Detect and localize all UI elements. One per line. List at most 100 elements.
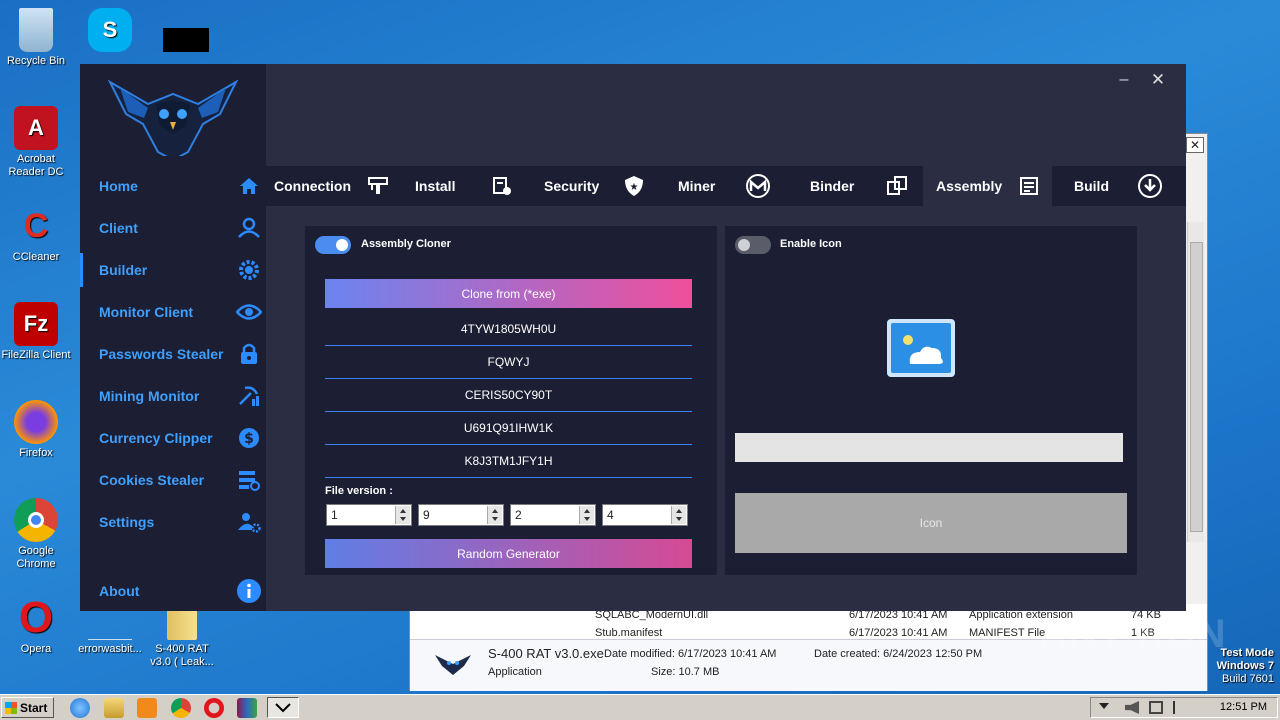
home-icon bbox=[236, 173, 262, 199]
sidebar-item-settings[interactable]: Settings bbox=[80, 505, 266, 539]
desktop-icon-chrome[interactable]: Google Chrome bbox=[0, 498, 72, 571]
random-generator-button[interactable]: Random Generator bbox=[325, 539, 692, 568]
sidebar-item-about[interactable]: About bbox=[80, 574, 266, 608]
lock-icon bbox=[236, 341, 262, 367]
sidebar-item-mining-monitor[interactable]: Mining Monitor bbox=[80, 379, 266, 413]
enable-icon-label: Enable Icon bbox=[780, 238, 842, 250]
sidebar-item-builder[interactable]: Builder bbox=[80, 253, 266, 287]
tab-miner[interactable]: Miner bbox=[678, 166, 771, 206]
enable-icon-toggle[interactable] bbox=[735, 236, 771, 254]
clock[interactable]: 12:51 PM bbox=[1220, 701, 1267, 713]
assembly-cloner-toggle[interactable] bbox=[315, 236, 351, 254]
assembly-field-title[interactable]: 4TYW1805WH0U bbox=[325, 313, 692, 346]
tray-expand-icon[interactable] bbox=[1099, 703, 1109, 709]
explorer-scrollbar[interactable] bbox=[1187, 222, 1204, 542]
tab-build[interactable]: Build bbox=[1074, 166, 1163, 206]
tab-label: Miner bbox=[678, 178, 716, 194]
sidebar-item-currency-clipper[interactable]: Currency Clipper $ bbox=[80, 421, 266, 455]
desktop-icon-filezilla[interactable]: Fz FileZilla Client bbox=[0, 302, 72, 362]
desktop-icon-firefox[interactable]: Firefox bbox=[0, 400, 72, 460]
stepper-arrows[interactable] bbox=[671, 506, 686, 524]
sidebar-item-client[interactable]: Client bbox=[80, 211, 266, 245]
desktop-icon-s400-rar[interactable]: S-400 RAT v3.0 ( Leak... bbox=[146, 606, 218, 669]
sidebar-item-monitor-client[interactable]: Monitor Client bbox=[80, 295, 266, 329]
assembly-icon bbox=[1016, 173, 1042, 199]
pickaxe-icon bbox=[236, 383, 262, 409]
desktop-icon-recycle-bin[interactable]: Recycle Bin bbox=[0, 8, 72, 68]
test-mode-watermark: Test Mode Windows 7 Build 7601 bbox=[1216, 647, 1274, 685]
image-placeholder-icon bbox=[886, 318, 956, 378]
stepper-arrows[interactable] bbox=[395, 506, 410, 524]
stepper-arrows[interactable] bbox=[487, 506, 502, 524]
icon-path-input[interactable] bbox=[735, 433, 1123, 462]
sidebar-item-cookies-stealer[interactable]: Cookies Stealer bbox=[80, 463, 266, 497]
rat-taskbar-button[interactable] bbox=[267, 697, 299, 718]
tab-assembly[interactable]: Assembly bbox=[923, 166, 1053, 206]
assembly-field-company[interactable]: CERIS50CY90T bbox=[325, 379, 692, 412]
volume-icon[interactable] bbox=[1125, 701, 1139, 714]
firefox-icon bbox=[14, 400, 58, 444]
explorer-close-button[interactable]: ✕ bbox=[1186, 137, 1204, 153]
details-created: Date created: 6/24/2023 12:50 PM bbox=[814, 648, 983, 660]
explorer-icon[interactable] bbox=[104, 698, 124, 718]
version-minor-stepper[interactable]: 9 bbox=[418, 504, 504, 526]
sidebar-item-passwords-stealer[interactable]: Passwords Stealer bbox=[80, 337, 266, 371]
sidebar-item-label: Mining Monitor bbox=[99, 388, 200, 404]
winrar-taskbar-icon[interactable] bbox=[237, 698, 257, 718]
clone-from-button[interactable]: Clone from (*exe) bbox=[325, 279, 692, 308]
assembly-field-product[interactable]: U691Q91IHW1K bbox=[325, 412, 692, 445]
network-icon bbox=[365, 173, 391, 199]
desktop-icon-errorwasbit[interactable]: errorwasbit... bbox=[74, 610, 146, 656]
version-revision-stepper[interactable]: 4 bbox=[602, 504, 688, 526]
assembly-field-copyright[interactable]: K8J3TM1JFY1H bbox=[325, 445, 692, 478]
minimize-button[interactable]: – bbox=[1114, 68, 1134, 92]
tab-connection[interactable]: Connection bbox=[274, 166, 391, 206]
sidebar-item-label: Currency Clipper bbox=[99, 430, 213, 446]
scroll-thumb[interactable] bbox=[1190, 242, 1203, 532]
details-owl-icon bbox=[434, 652, 472, 676]
sidebar-item-home[interactable]: Home bbox=[80, 169, 266, 203]
system-tray: 12:51 PM bbox=[1090, 697, 1278, 718]
network-tray-icon[interactable] bbox=[1149, 701, 1163, 714]
close-button[interactable]: ✕ bbox=[1147, 68, 1169, 92]
user-icon bbox=[236, 215, 262, 241]
desktop-icon-acrobat[interactable]: A Acrobat Reader DC bbox=[0, 106, 72, 179]
details-kind: Application bbox=[488, 666, 542, 678]
opera-taskbar-icon[interactable] bbox=[204, 698, 224, 718]
media-player-icon[interactable] bbox=[137, 698, 157, 718]
tab-binder[interactable]: Binder bbox=[810, 166, 910, 206]
assembly-field-description[interactable]: FQWYJ bbox=[325, 346, 692, 379]
owl-logo bbox=[107, 74, 239, 162]
install-icon bbox=[489, 173, 515, 199]
svg-text:$: $ bbox=[244, 431, 254, 447]
tab-security[interactable]: Security ★ bbox=[544, 166, 647, 206]
ie-icon[interactable] bbox=[70, 698, 90, 718]
taskbar: Start 12:51 PM bbox=[0, 694, 1280, 720]
details-filename: S-400 RAT v3.0.exe bbox=[488, 646, 604, 661]
start-button[interactable]: Start bbox=[1, 697, 54, 718]
acrobat-icon: A bbox=[14, 106, 58, 150]
svg-text:★: ★ bbox=[630, 182, 639, 193]
icon-button[interactable]: Icon bbox=[735, 493, 1127, 553]
version-build-stepper[interactable]: 2 bbox=[510, 504, 596, 526]
redacted-thumbnail-icon bbox=[163, 28, 209, 52]
tab-install[interactable]: Install bbox=[415, 166, 515, 206]
anyrun-watermark: ANY RUN bbox=[1038, 612, 1227, 656]
eye-icon bbox=[236, 299, 262, 325]
sidebar-item-label: Passwords Stealer bbox=[99, 346, 224, 362]
sidebar-item-label: Settings bbox=[99, 514, 155, 530]
chrome-taskbar-icon[interactable] bbox=[171, 698, 191, 718]
desktop-icon-opera[interactable]: O Opera bbox=[0, 593, 72, 656]
flag-icon[interactable] bbox=[1173, 701, 1185, 714]
file-version-label: File version : bbox=[325, 485, 393, 497]
opera-icon: O bbox=[18, 593, 54, 642]
recycle-bin-icon bbox=[19, 8, 53, 52]
version-major-stepper[interactable]: 1 bbox=[326, 504, 412, 526]
archive-icon bbox=[167, 606, 197, 640]
sidebar-item-label: Client bbox=[99, 220, 138, 236]
desktop-icon-skype[interactable]: S bbox=[74, 8, 146, 55]
filezilla-icon: Fz bbox=[14, 302, 58, 346]
stepper-arrows[interactable] bbox=[579, 506, 594, 524]
desktop-icon-ccleaner[interactable]: C CCleaner bbox=[0, 204, 72, 264]
desktop-icon-redacted[interactable] bbox=[150, 8, 222, 55]
